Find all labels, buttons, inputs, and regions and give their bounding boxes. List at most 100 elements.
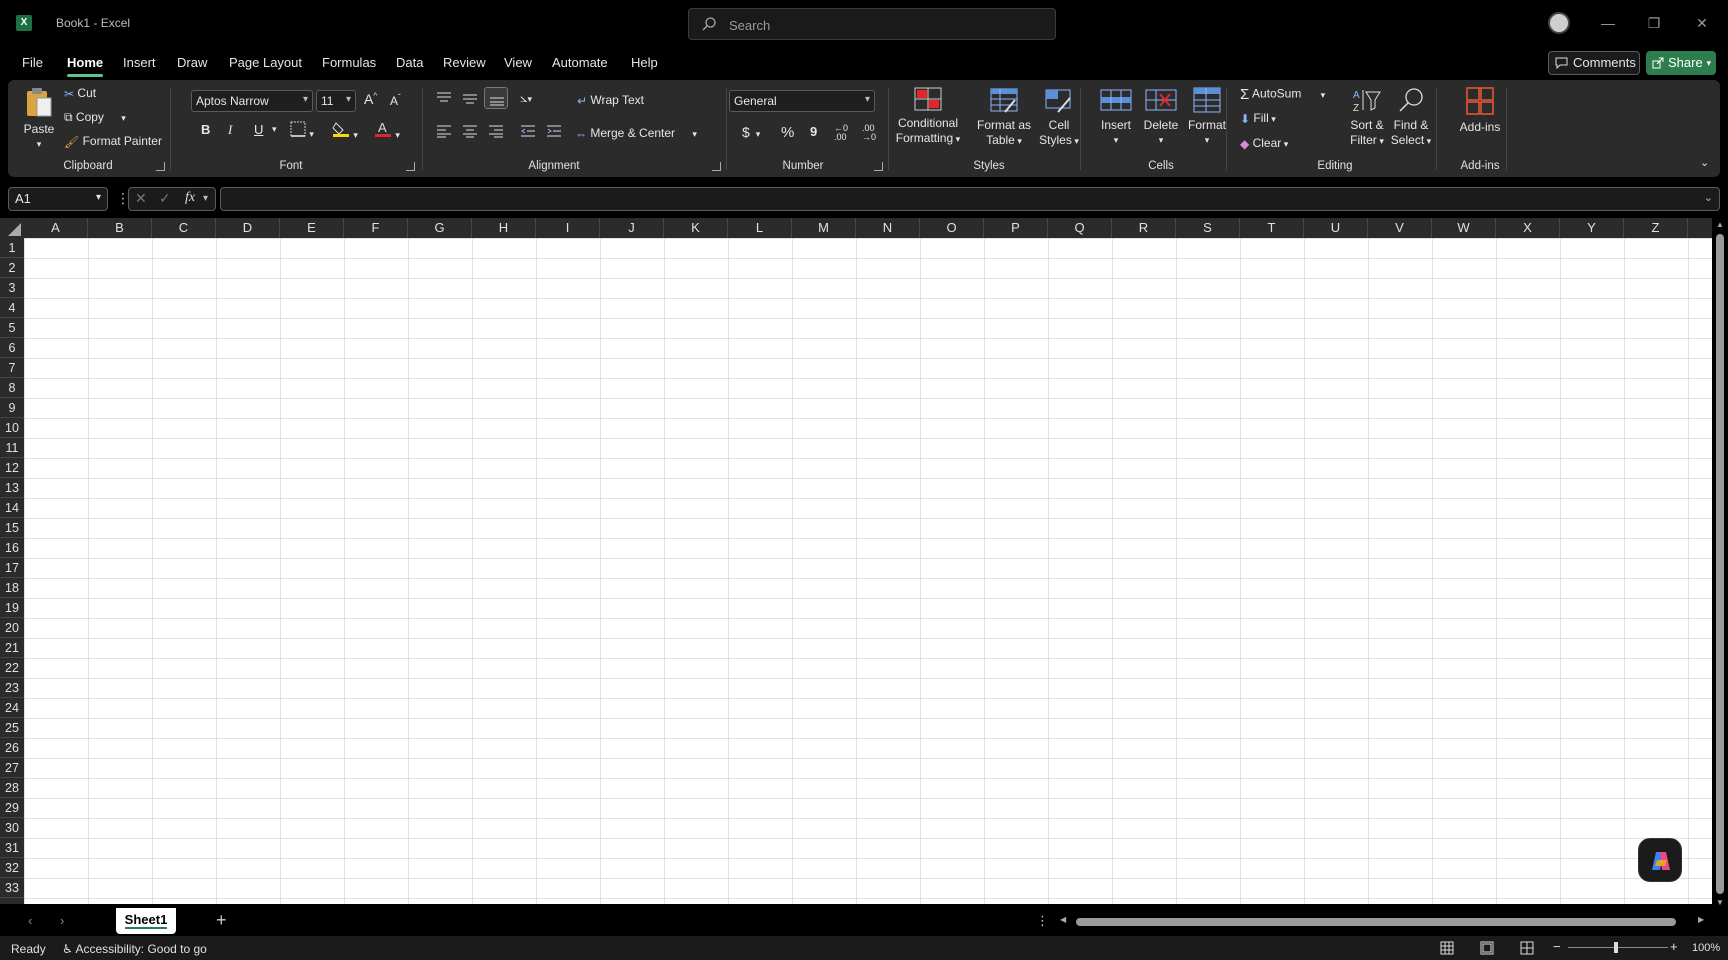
row-header[interactable]: 28: [0, 778, 24, 798]
column-header[interactable]: V: [1368, 218, 1432, 238]
bold-button[interactable]: B: [201, 122, 210, 137]
scroll-down-icon[interactable]: ▼: [1716, 898, 1724, 907]
autosum-chevron-icon[interactable]: ▾: [1321, 90, 1326, 100]
page-layout-view-icon[interactable]: [1480, 941, 1494, 955]
account-avatar[interactable]: [1548, 12, 1570, 34]
tab-data[interactable]: Data: [396, 55, 423, 70]
increase-font-button[interactable]: A^: [364, 91, 377, 107]
tab-automate[interactable]: Automate: [552, 55, 608, 70]
insert-function-button[interactable]: fx: [185, 190, 195, 206]
zoom-out-icon[interactable]: −: [1553, 939, 1561, 954]
zoom-level[interactable]: 100%: [1692, 942, 1720, 954]
row-header[interactable]: 24: [0, 698, 24, 718]
format-painter-button[interactable]: 🖌 Format Painter: [64, 134, 162, 149]
column-header[interactable]: U: [1304, 218, 1368, 238]
horizontal-scrollbar[interactable]: ◀ ▶: [1060, 915, 1710, 928]
autosum-button[interactable]: Σ AutoSum ▾: [1240, 86, 1325, 103]
increase-indent-icon[interactable]: [546, 124, 562, 138]
horizontal-scroll-thumb[interactable]: [1076, 918, 1676, 926]
zoom-in-icon[interactable]: +: [1670, 939, 1678, 954]
tab-file[interactable]: File: [22, 55, 43, 70]
find-select-button[interactable]: Find & Select ▾: [1388, 86, 1434, 149]
column-header[interactable]: D: [216, 218, 280, 238]
orientation-button[interactable]: ⦣▾: [520, 90, 532, 106]
formula-input[interactable]: ⌄: [220, 187, 1720, 211]
row-header[interactable]: 33: [0, 878, 24, 898]
row-header[interactable]: 1: [0, 238, 24, 258]
font-name-select[interactable]: Aptos Narrow ▾: [191, 90, 313, 112]
align-left-icon[interactable]: [436, 124, 452, 138]
row-header[interactable]: 32: [0, 858, 24, 878]
font-launcher-icon[interactable]: [406, 162, 415, 171]
column-header[interactable]: E: [280, 218, 344, 238]
row-header[interactable]: 4: [0, 298, 24, 318]
tab-draw[interactable]: Draw: [177, 55, 207, 70]
fill-color-button[interactable]: ▾: [332, 120, 358, 141]
column-header[interactable]: M: [792, 218, 856, 238]
row-header[interactable]: 12: [0, 458, 24, 478]
column-header[interactable]: L: [728, 218, 792, 238]
align-middle-icon[interactable]: [462, 91, 478, 105]
column-header[interactable]: A: [24, 218, 88, 238]
copy-button[interactable]: ⧉ Copy ▾: [64, 110, 126, 125]
search-input[interactable]: [729, 15, 1029, 35]
cell-styles-button[interactable]: Cell Styles ▾: [1032, 86, 1086, 149]
page-break-view-icon[interactable]: [1520, 941, 1534, 955]
sort-filter-button[interactable]: AZ Sort & Filter ▾: [1344, 86, 1390, 149]
tab-home[interactable]: Home: [67, 55, 104, 77]
sheet-options-icon[interactable]: ⋮: [1036, 913, 1049, 929]
expand-formula-bar-icon[interactable]: ⌄: [1704, 191, 1713, 204]
wrap-text-button[interactable]: ↵ Wrap Text: [577, 93, 644, 108]
row-header[interactable]: 29: [0, 798, 24, 818]
column-header[interactable]: G: [408, 218, 472, 238]
scroll-right-icon[interactable]: ▶: [1698, 915, 1704, 924]
chevron-down-icon[interactable]: ▾: [96, 192, 101, 203]
row-header[interactable]: 22: [0, 658, 24, 678]
search-box[interactable]: [688, 8, 1056, 40]
normal-view-icon[interactable]: [1440, 941, 1454, 955]
restore-button[interactable]: ❐: [1634, 10, 1674, 36]
column-header[interactable]: I: [536, 218, 600, 238]
column-header[interactable]: H: [472, 218, 536, 238]
increase-decimal-icon[interactable]: ←0.00: [834, 124, 848, 142]
row-header[interactable]: 3: [0, 278, 24, 298]
row-header[interactable]: 18: [0, 578, 24, 598]
underline-button[interactable]: U: [254, 122, 263, 137]
column-header[interactable]: K: [664, 218, 728, 238]
delete-cells-button[interactable]: Delete ▾: [1136, 86, 1186, 148]
select-all-icon[interactable]: [8, 223, 21, 236]
row-header[interactable]: 16: [0, 538, 24, 558]
format-cells-button[interactable]: Format ▾: [1182, 86, 1232, 148]
column-header[interactable]: T: [1240, 218, 1304, 238]
decrease-decimal-icon[interactable]: .00 →0: [862, 124, 876, 142]
close-button[interactable]: ✕: [1682, 10, 1722, 36]
font-color-button[interactable]: A ▾: [374, 120, 400, 141]
fill-button[interactable]: ⬇ Fill ▾: [1240, 111, 1276, 126]
column-header[interactable]: Z: [1624, 218, 1688, 238]
row-header[interactable]: 23: [0, 678, 24, 698]
row-header[interactable]: 9: [0, 398, 24, 418]
tab-insert[interactable]: Insert: [123, 55, 156, 70]
decrease-indent-icon[interactable]: [520, 124, 536, 138]
add-ins-button[interactable]: Add-ins: [1450, 86, 1510, 135]
column-header[interactable]: F: [344, 218, 408, 238]
currency-button[interactable]: $ ▾: [742, 124, 760, 140]
paste-button[interactable]: Paste ▾: [22, 86, 56, 152]
merge-chevron-icon[interactable]: ▾: [692, 129, 697, 139]
row-header[interactable]: 8: [0, 378, 24, 398]
column-header[interactable]: X: [1496, 218, 1560, 238]
vertical-scroll-thumb[interactable]: [1716, 234, 1724, 894]
prev-sheet-icon[interactable]: ‹: [28, 913, 32, 928]
tab-review[interactable]: Review: [443, 55, 486, 70]
column-header[interactable]: B: [88, 218, 152, 238]
zoom-slider[interactable]: [1568, 947, 1668, 948]
row-header[interactable]: 26: [0, 738, 24, 758]
column-header[interactable]: N: [856, 218, 920, 238]
row-header[interactable]: 14: [0, 498, 24, 518]
vertical-scrollbar[interactable]: ▲ ▼: [1712, 218, 1728, 908]
row-header[interactable]: 31: [0, 838, 24, 858]
italic-button[interactable]: I: [228, 122, 232, 138]
worksheet-grid[interactable]: ABCDEFGHIJKLMNOPQRSTUVWXYZ 1 2 3 4 5 6 7 8 9 10 11…: [0, 218, 1712, 904]
align-top-icon[interactable]: [436, 91, 452, 105]
column-header[interactable]: R: [1112, 218, 1176, 238]
